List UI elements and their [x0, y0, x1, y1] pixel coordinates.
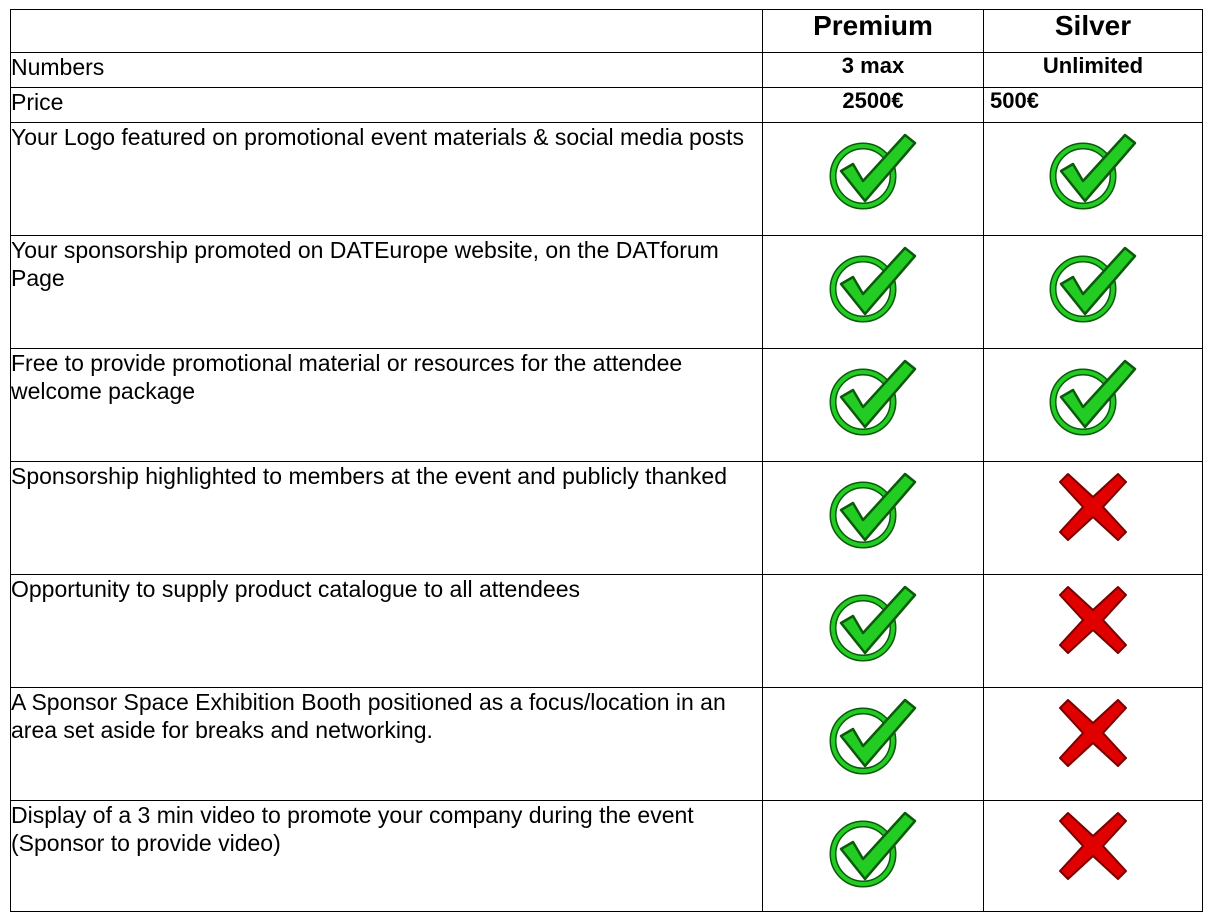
numbers-premium: 3 max — [762, 52, 984, 88]
feature-description: Opportunity to supply product catalogue … — [10, 574, 763, 688]
price-label: Price — [10, 87, 763, 123]
price-premium: 2500€ — [762, 87, 984, 123]
feature-row: A Sponsor Space Exhibition Booth positio… — [10, 687, 1203, 801]
premium-mark-cell — [762, 800, 984, 912]
numbers-silver: Unlimited — [983, 52, 1203, 88]
check-icon — [829, 698, 917, 775]
feature-description: Free to provide promotional material or … — [10, 348, 763, 462]
feature-row: Free to provide promotional material or … — [10, 348, 1203, 462]
feature-row: Your sponsorship promoted on DATEurope w… — [10, 235, 1203, 349]
check-icon — [829, 359, 917, 436]
sponsorship-table: Premium Silver Numbers 3 max Unlimited P… — [10, 9, 1203, 912]
price-row: Price 2500€ 500€ — [10, 87, 1203, 123]
numbers-row: Numbers 3 max Unlimited — [10, 52, 1203, 88]
feature-rows: Your Logo featured on promotional event … — [10, 122, 1203, 912]
cross-icon — [1059, 812, 1127, 880]
check-icon — [1049, 359, 1137, 436]
silver-mark-cell — [983, 687, 1203, 801]
silver-header: Silver — [983, 9, 1203, 53]
check-icon — [829, 472, 917, 549]
header-blank-cell — [10, 9, 763, 53]
premium-mark-cell — [762, 122, 984, 236]
silver-mark-cell — [983, 800, 1203, 912]
silver-mark-cell — [983, 122, 1203, 236]
cross-icon — [1059, 473, 1127, 541]
premium-mark-cell — [762, 348, 984, 462]
feature-row: Opportunity to supply product catalogue … — [10, 574, 1203, 688]
check-icon — [829, 811, 917, 888]
check-icon — [829, 133, 917, 210]
premium-header: Premium — [762, 9, 984, 53]
numbers-label: Numbers — [10, 52, 763, 88]
feature-description: Display of a 3 min video to promote your… — [10, 800, 763, 912]
premium-mark-cell — [762, 687, 984, 801]
feature-row: Sponsorship highlighted to members at th… — [10, 461, 1203, 575]
premium-mark-cell — [762, 235, 984, 349]
feature-row: Display of a 3 min video to promote your… — [10, 800, 1203, 912]
price-silver: 500€ — [983, 87, 1203, 123]
silver-mark-cell — [983, 574, 1203, 688]
check-icon — [829, 246, 917, 323]
feature-description: A Sponsor Space Exhibition Booth positio… — [10, 687, 763, 801]
feature-description: Your sponsorship promoted on DATEurope w… — [10, 235, 763, 349]
cross-icon — [1059, 699, 1127, 767]
feature-description: Sponsorship highlighted to members at th… — [10, 461, 763, 575]
feature-row: Your Logo featured on promotional event … — [10, 122, 1203, 236]
feature-description: Your Logo featured on promotional event … — [10, 122, 763, 236]
cross-icon — [1059, 586, 1127, 654]
check-icon — [1049, 246, 1137, 323]
premium-mark-cell — [762, 574, 984, 688]
silver-mark-cell — [983, 461, 1203, 575]
premium-mark-cell — [762, 461, 984, 575]
silver-mark-cell — [983, 235, 1203, 349]
silver-mark-cell — [983, 348, 1203, 462]
check-icon — [1049, 133, 1137, 210]
header-row: Premium Silver — [10, 9, 1203, 53]
check-icon — [829, 585, 917, 662]
